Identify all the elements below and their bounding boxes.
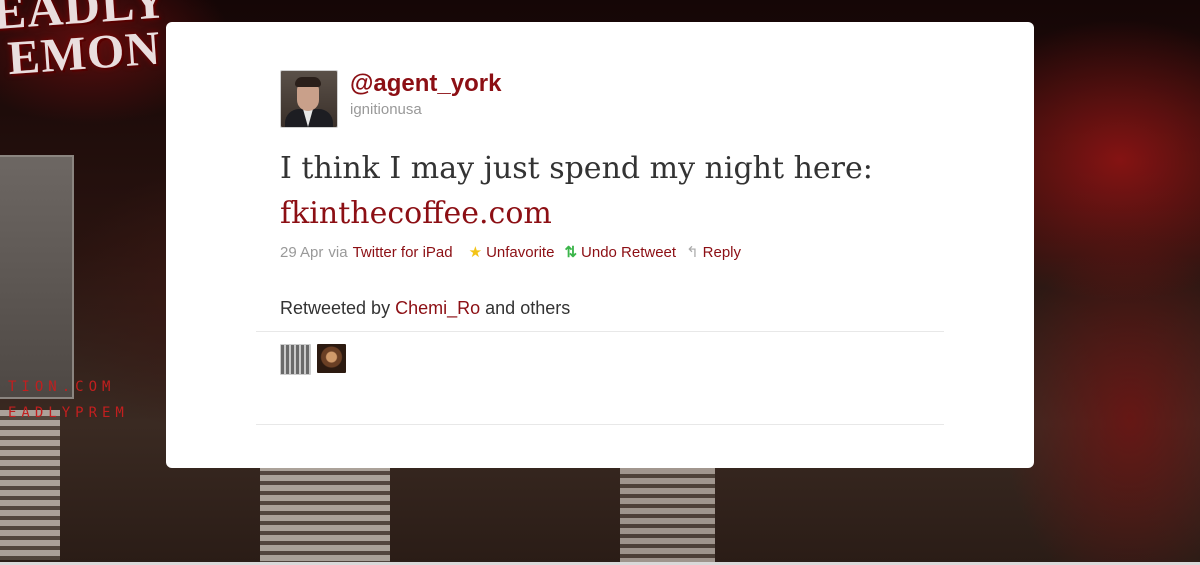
tweet-link[interactable]: fkinthecoffee.com bbox=[280, 196, 552, 231]
background-logo-line2: EMON bbox=[5, 21, 163, 86]
avatar-hair bbox=[295, 77, 321, 87]
retweeter-avatars bbox=[280, 344, 346, 375]
user-name[interactable]: ignitionusa bbox=[350, 101, 422, 118]
reply-icon: ↰ bbox=[686, 244, 699, 261]
retweeted-by-suffix[interactable]: and others bbox=[485, 298, 570, 318]
retweeter-avatar[interactable] bbox=[280, 344, 311, 375]
tweet-source-link[interactable]: Twitter for iPad bbox=[353, 244, 453, 261]
background-poster-frame bbox=[0, 155, 74, 399]
retweeter-link[interactable]: Chemi_Ro bbox=[395, 298, 480, 318]
retweeted-by-prefix: Retweeted by bbox=[280, 298, 391, 318]
undo-retweet-label: Undo Retweet bbox=[581, 244, 677, 261]
divider bbox=[256, 331, 944, 332]
retweeter-avatar[interactable] bbox=[317, 344, 346, 373]
background-url-text: TION.COM EADLYPREM bbox=[8, 374, 129, 426]
undo-retweet-button[interactable]: ⇅ Undo Retweet bbox=[564, 244, 676, 261]
user-avatar[interactable] bbox=[280, 70, 338, 128]
divider bbox=[256, 424, 944, 425]
background-url-line1: TION.COM bbox=[8, 379, 116, 395]
tweet-timestamp[interactable]: 29 Apr bbox=[280, 244, 323, 261]
star-icon: ★ bbox=[468, 244, 483, 261]
unfavorite-label: Unfavorite bbox=[486, 244, 555, 261]
tweet-text-body: I think I may just spend my night here: bbox=[280, 151, 873, 186]
tweet-meta-bar: 29 Apr via Twitter for iPad ★ Unfavorite… bbox=[280, 244, 741, 261]
screen-name-link[interactable]: @agent_york bbox=[350, 70, 501, 98]
background-window-blinds bbox=[620, 468, 715, 565]
tweet-card: @agent_york ignitionusa I think I may ju… bbox=[166, 22, 1034, 468]
tweet-text: I think I may just spend my night here: … bbox=[280, 146, 980, 236]
via-label: via bbox=[328, 244, 348, 261]
retweeted-by-line: Retweeted by Chemi_Ro and others bbox=[280, 298, 570, 319]
reply-label: Reply bbox=[702, 244, 742, 261]
unfavorite-button[interactable]: ★ Unfavorite bbox=[469, 244, 555, 261]
reply-button[interactable]: ↰ Reply bbox=[686, 244, 741, 261]
background-window-blinds bbox=[260, 465, 390, 565]
background-window-blinds bbox=[0, 410, 60, 560]
retweet-icon: ⇅ bbox=[564, 244, 578, 261]
background-game-logo: EADLY EMON bbox=[0, 0, 173, 86]
background-url-line2: EADLYPREM bbox=[8, 405, 129, 421]
